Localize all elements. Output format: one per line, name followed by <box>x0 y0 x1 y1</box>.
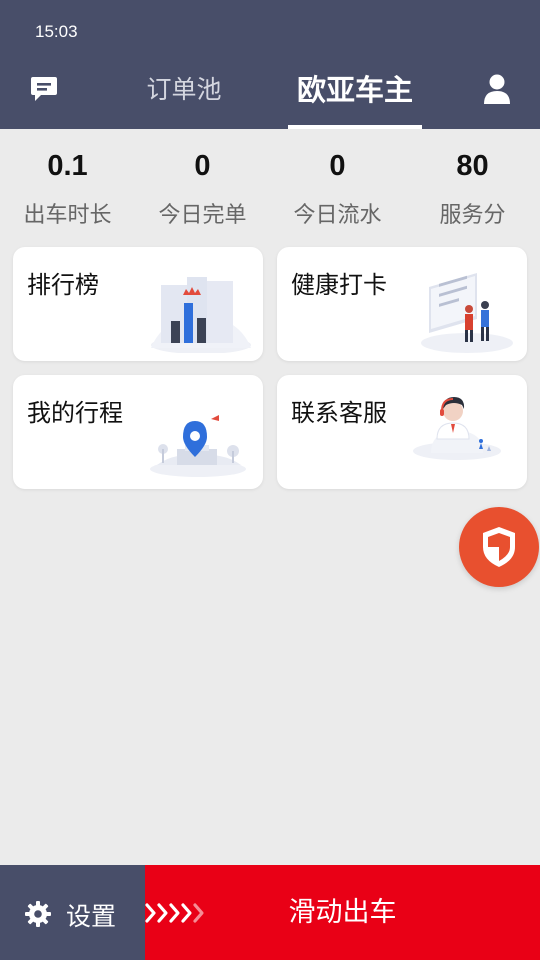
stat-orders-today: 0 今日完单 <box>135 146 270 231</box>
stat-label: 今日完单 <box>158 203 247 228</box>
stat-value: 0 <box>329 150 346 182</box>
slide-to-start-label: 滑动出车 <box>288 897 397 928</box>
settings-label: 设置 <box>66 902 117 931</box>
stat-label: 出车时长 <box>23 203 112 228</box>
health-checkin-icon <box>407 263 517 353</box>
card-title: 我的行程 <box>27 399 123 427</box>
active-tab-indicator <box>288 125 422 129</box>
gear-icon <box>25 901 51 927</box>
location-pin-icon <box>143 391 253 481</box>
card-title: 联系客服 <box>291 399 387 427</box>
stat-value: 0 <box>194 150 211 182</box>
leaderboard-icon <box>143 263 253 354</box>
slide-to-start-button[interactable]: 滑动出车 <box>145 865 540 960</box>
stat-label: 服务分 <box>439 203 506 228</box>
settings-button[interactable]: 设置 <box>0 865 145 960</box>
chat-icon[interactable] <box>29 75 59 103</box>
stat-service-score: 80 服务分 <box>405 146 540 231</box>
user-icon[interactable] <box>483 74 511 104</box>
customer-service-icon <box>407 391 517 481</box>
stat-value: 80 <box>456 150 489 182</box>
stat-label: 今日流水 <box>293 203 382 228</box>
card-title: 健康打卡 <box>291 271 387 299</box>
card-title: 排行榜 <box>27 271 99 299</box>
stat-value: 0.1 <box>47 150 88 182</box>
status-bar-time: 15:03 <box>35 22 78 41</box>
card-leaderboard[interactable]: 排行榜 <box>13 247 263 361</box>
card-customer-service[interactable]: 联系客服 <box>277 375 527 489</box>
stat-revenue-today: 0 今日流水 <box>270 146 405 231</box>
card-my-trips[interactable]: 我的行程 <box>13 375 263 489</box>
app-header: 15:03 订单池 欧亚车主 <box>0 0 540 129</box>
safety-shield-button[interactable] <box>459 507 539 587</box>
card-health-checkin[interactable]: 健康打卡 <box>277 247 527 361</box>
shield-icon <box>483 527 515 567</box>
stat-drive-hours: 0.1 出车时长 <box>0 146 135 231</box>
tab-owner[interactable]: 欧亚车主 <box>282 70 428 110</box>
tab-order-pool[interactable]: 订单池 <box>124 70 244 110</box>
